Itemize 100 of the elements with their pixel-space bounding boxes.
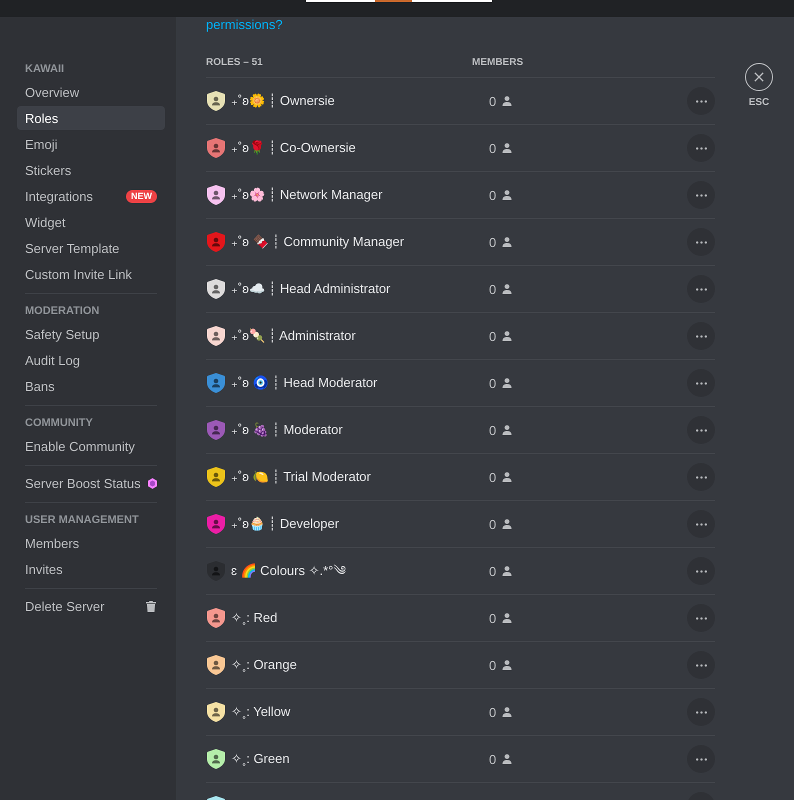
role-name: ɛ 🌈 Colours ✧.*°༄ <box>231 563 346 579</box>
more-button[interactable] <box>687 228 715 256</box>
more-button[interactable] <box>687 510 715 538</box>
person-icon <box>502 660 512 670</box>
ellipsis-icon <box>696 616 706 620</box>
sidebar-item[interactable]: Widget <box>17 210 165 234</box>
ellipsis-icon <box>696 710 706 714</box>
section-header: USER MANAGEMENT <box>24 513 140 527</box>
close-button[interactable] <box>745 63 773 91</box>
role-name: ₊˚ʚ 🍋 ┊ Trial Moderator <box>231 469 371 485</box>
ellipsis-icon <box>696 334 706 338</box>
person-icon <box>502 284 512 294</box>
role-name: ✧˳: Red <box>231 610 278 626</box>
close-icon <box>754 72 764 82</box>
person-icon <box>502 425 512 435</box>
more-button[interactable] <box>687 134 715 162</box>
role-name: ₊˚ʚ🌹 ┊ Co-Ownersie <box>231 140 356 156</box>
person-icon <box>502 519 512 529</box>
more-button[interactable] <box>687 745 715 773</box>
sidebar-item[interactable]: Emoji <box>17 132 165 156</box>
member-count: 0 <box>489 188 496 202</box>
sidebar-item[interactable]: Server Template <box>17 236 165 260</box>
member-count: 0 <box>489 516 496 532</box>
ellipsis-icon <box>696 664 706 666</box>
sidebar-item[interactable]: Audit Log <box>17 348 165 372</box>
member-count: 0 <box>489 422 496 438</box>
role-name: ₊˚ʚ 🍫 ┊ Community Manager <box>231 234 404 250</box>
sidebar-item[interactable]: Bans <box>17 374 165 398</box>
role-name: ✧˳: Orange <box>231 657 297 673</box>
permissions-link[interactable]: permissions? <box>206 17 283 33</box>
sidebar-item[interactable]: Server Boost Status <box>17 471 165 495</box>
trash-icon <box>146 600 156 612</box>
member-count: 0 <box>489 470 496 484</box>
sidebar-item[interactable]: Integrations NEW <box>17 184 165 208</box>
gem-icon <box>148 478 157 488</box>
column-header: MEMBERS <box>472 56 524 70</box>
member-count: 0 <box>489 328 496 344</box>
more-button[interactable] <box>687 604 715 632</box>
person-icon <box>502 707 512 717</box>
more-button[interactable] <box>687 275 715 303</box>
member-count: 0 <box>489 234 496 250</box>
new-badge: NEW <box>126 190 157 202</box>
sidebar-item[interactable]: Stickers <box>17 158 165 182</box>
member-count: 0 <box>489 704 496 720</box>
sidebar-item[interactable]: Custom Invite Link <box>17 262 165 286</box>
more-button[interactable] <box>687 416 715 444</box>
sidebar-item[interactable]: Members <box>17 531 165 555</box>
role-name: ₊˚ʚ🧁 ┊ Developer <box>231 516 340 532</box>
ellipsis-icon <box>696 476 706 478</box>
sidebar-item[interactable]: Overview <box>17 80 165 104</box>
ellipsis-icon <box>696 194 706 196</box>
sidebar-item[interactable]: Delete Server <box>17 594 165 618</box>
member-count: 0 <box>489 658 496 672</box>
role-name: ✧˳: Yellow <box>231 704 290 720</box>
ellipsis-icon <box>696 758 706 760</box>
person-icon <box>502 237 512 247</box>
person-icon <box>502 96 512 106</box>
sidebar-item[interactable]: Enable Community <box>17 434 165 458</box>
more-button[interactable] <box>687 369 715 397</box>
sidebar-item[interactable]: Invites <box>17 557 165 581</box>
role-name: ✧˳: Green <box>231 751 290 767</box>
role-name: ₊˚ʚ🌸 ┊ Network Manager <box>231 187 382 203</box>
more-button[interactable] <box>687 87 715 115</box>
role-name: ₊˚ʚ🌼 ┊ Ownersie <box>231 93 335 109</box>
ellipsis-icon <box>696 146 706 150</box>
ellipsis-icon <box>696 382 706 384</box>
person-icon <box>502 190 512 200</box>
member-count: 0 <box>489 94 496 108</box>
ellipsis-icon <box>696 428 706 432</box>
esc-label: ESC <box>748 97 770 109</box>
member-count: 0 <box>489 282 496 296</box>
more-button[interactable] <box>687 557 715 585</box>
ellipsis-icon <box>696 100 706 102</box>
ellipsis-icon <box>696 288 706 290</box>
role-name: ₊˚ʚ☁ ┊ Head Administrator <box>231 281 390 297</box>
role-name: ₊˚ʚ🍡 ┊ Administrator <box>231 328 356 344</box>
section-header: MODERATION <box>24 304 100 318</box>
member-count: 0 <box>489 376 496 390</box>
member-count: 0 <box>489 564 496 578</box>
role-name: ₊˚ʚ 🧿 ┊ Head Moderator <box>231 375 378 391</box>
sidebar-item[interactable]: Safety Setup <box>17 322 165 346</box>
more-button[interactable] <box>687 322 715 350</box>
member-count: 0 <box>489 610 496 626</box>
more-button[interactable] <box>687 181 715 209</box>
column-header: ROLES – 51 <box>206 56 264 70</box>
ellipsis-icon <box>696 240 706 244</box>
section-header: KAWAII <box>24 62 66 76</box>
person-icon <box>502 143 512 153</box>
person-icon <box>502 472 512 482</box>
sidebar-item[interactable]: Roles <box>17 106 165 130</box>
member-count: 0 <box>489 140 496 156</box>
more-button[interactable] <box>687 651 715 679</box>
person-icon <box>502 378 512 388</box>
more-button[interactable] <box>687 698 715 726</box>
ellipsis-icon <box>696 570 706 572</box>
role-name: ₊˚ʚ 🍇 ┊ Moderator <box>231 422 343 438</box>
more-button[interactable] <box>687 463 715 491</box>
member-count: 0 <box>489 752 496 766</box>
section-header: COMMUNITY <box>24 416 94 430</box>
person-icon <box>502 754 512 764</box>
